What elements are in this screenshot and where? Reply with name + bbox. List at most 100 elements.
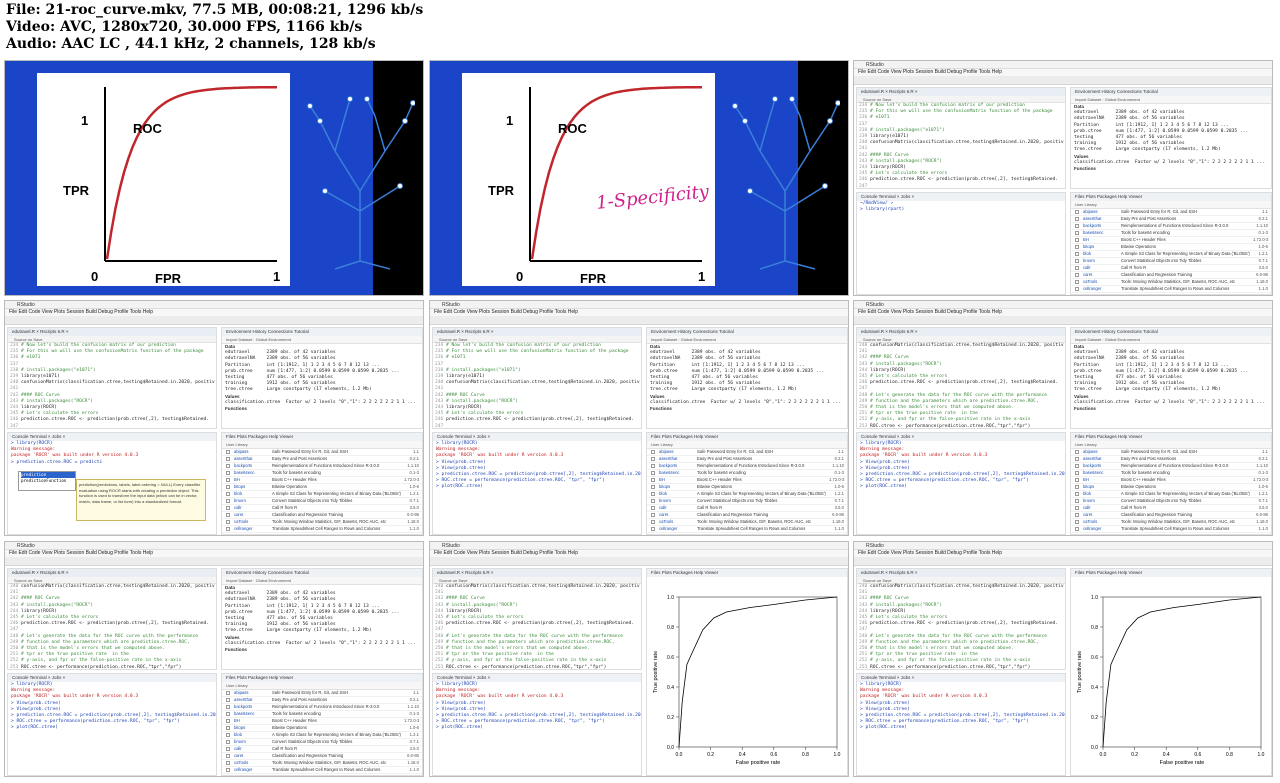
package-checkbox[interactable] bbox=[651, 513, 655, 517]
editor-tabs[interactable]: edutravel.R × Rscripts 6.R × bbox=[857, 88, 1065, 96]
package-checkbox[interactable] bbox=[1075, 492, 1079, 496]
editor-toolbar[interactable]: Source on Save bbox=[8, 577, 216, 584]
package-name[interactable]: abipass bbox=[1083, 449, 1121, 455]
package-checkbox[interactable] bbox=[226, 733, 230, 737]
console-output[interactable]: > library(ROCR) Warning message: package '… bbox=[8, 682, 216, 732]
package-row[interactable]: assertthat Easy Pre and Post Assertions 0.… bbox=[1071, 216, 1271, 223]
console-pane[interactable]: Console Terminal × Jobs × > library(ROCR)… bbox=[432, 432, 642, 535]
package-checkbox[interactable] bbox=[651, 457, 655, 461]
package-name[interactable]: abipass bbox=[234, 449, 272, 455]
package-row[interactable]: abipass Safe Password Entry for R, Git, a… bbox=[1071, 449, 1271, 456]
package-row[interactable]: caret Classification and Regression Train… bbox=[647, 512, 847, 519]
console-tabs[interactable]: Console Terminal × Jobs × bbox=[8, 674, 216, 682]
packages-tabs[interactable]: Files Plots Packages Help Viewer bbox=[222, 433, 422, 441]
thumbnail-roc-slide-1[interactable]: ROC TPR FPR 0 1 1 bbox=[4, 60, 424, 296]
package-name[interactable]: BH bbox=[1083, 237, 1121, 243]
package-checkbox[interactable] bbox=[1075, 224, 1079, 228]
package-name[interactable]: caret bbox=[1083, 272, 1121, 278]
package-row[interactable]: caTools Tools: Moving Window Statistics, … bbox=[647, 519, 847, 526]
package-checkbox[interactable] bbox=[226, 520, 230, 524]
package-checkbox[interactable] bbox=[1075, 527, 1079, 531]
packages-tabs[interactable]: Files Plots Packages Help Viewer bbox=[1071, 433, 1271, 441]
package-checkbox[interactable] bbox=[226, 726, 230, 730]
environment-row[interactable]: Functions bbox=[1074, 406, 1271, 412]
package-row[interactable]: callr Call R from R 3.5.0 bbox=[1071, 265, 1271, 272]
editor-toolbar[interactable]: Source on Save bbox=[857, 96, 1065, 103]
package-checkbox[interactable] bbox=[651, 506, 655, 510]
package-name[interactable]: bitops bbox=[234, 725, 272, 731]
console-tabs[interactable]: Console Terminal × Jobs × bbox=[857, 193, 1065, 201]
package-checkbox[interactable] bbox=[1075, 266, 1079, 270]
package-row[interactable]: blob A Simple S3 Class for Representing V… bbox=[1071, 251, 1271, 258]
environment-toolbar[interactable]: Import Dataset · Global Environment bbox=[1071, 96, 1271, 104]
code-area[interactable]: 234 # Now let's build the confusion matri… bbox=[8, 343, 216, 428]
code-area[interactable]: 240 confusionMatrix(classification.ctree,… bbox=[857, 343, 1065, 428]
package-name[interactable]: assertthat bbox=[1083, 456, 1121, 462]
menu-bar[interactable]: File Edit Code View Plots Session Build … bbox=[854, 309, 1272, 316]
thumbnail-rstudio-3[interactable]: RStudio File Edit Code View Plots Session… bbox=[429, 300, 849, 536]
package-row[interactable]: backports Reimplementations of Functions … bbox=[647, 463, 847, 470]
package-checkbox[interactable] bbox=[651, 450, 655, 454]
main-toolbar[interactable] bbox=[430, 557, 848, 566]
package-name[interactable]: broom bbox=[1083, 498, 1121, 504]
package-name[interactable]: cellranger bbox=[659, 526, 697, 532]
package-checkbox[interactable] bbox=[651, 499, 655, 503]
main-toolbar[interactable] bbox=[430, 316, 848, 325]
package-row[interactable]: caTools Tools: Moving Window Statistics, … bbox=[1071, 519, 1271, 526]
main-toolbar[interactable] bbox=[5, 316, 423, 325]
package-checkbox[interactable] bbox=[226, 527, 230, 531]
package-name[interactable]: bitops bbox=[234, 484, 272, 490]
package-name[interactable]: assertthat bbox=[659, 456, 697, 462]
console-tabs[interactable]: Console Terminal × Jobs × bbox=[433, 433, 641, 441]
package-checkbox[interactable] bbox=[651, 478, 655, 482]
package-name[interactable]: cellranger bbox=[234, 526, 272, 532]
thumbnail-rstudio-7[interactable]: RStudio File Edit Code View Plots Session… bbox=[853, 541, 1273, 777]
packages-tabs[interactable]: Files Plots Packages Help Viewer bbox=[1071, 193, 1271, 201]
packages-tabs[interactable]: Files Plots Packages Help Viewer bbox=[222, 674, 422, 682]
environment-row[interactable]: Functions bbox=[650, 406, 847, 412]
code-area[interactable]: 240 confusionMatrix(classification.ctree,… bbox=[433, 584, 641, 669]
package-name[interactable]: caret bbox=[234, 753, 272, 759]
environment-toolbar[interactable]: Import Dataset · Global Environment bbox=[222, 336, 422, 344]
package-row[interactable]: BH Boost C++ Header Files 1.72.0-3 bbox=[222, 477, 422, 484]
main-toolbar[interactable] bbox=[5, 557, 423, 566]
editor-tabs[interactable]: edutravel.R × Rscripts 6.R × bbox=[857, 569, 1065, 577]
package-checkbox[interactable] bbox=[226, 712, 230, 716]
package-name[interactable]: bitops bbox=[1083, 484, 1121, 490]
package-checkbox[interactable] bbox=[226, 691, 230, 695]
editor-toolbar[interactable]: Source on Save bbox=[433, 336, 641, 343]
package-checkbox[interactable] bbox=[226, 705, 230, 709]
editor-tabs[interactable]: edutravel.R × Rscripts 6.R × bbox=[8, 328, 216, 336]
package-row[interactable]: cellranger Translate Spreadsheet Cell Ran… bbox=[222, 767, 422, 774]
package-row[interactable]: cellranger Translate Spreadsheet Cell Ran… bbox=[1071, 286, 1271, 293]
package-checkbox[interactable] bbox=[1075, 506, 1079, 510]
package-row[interactable]: broom Convert Statistical Objects into Ti… bbox=[222, 498, 422, 505]
console-output[interactable]: > library(ROCR) Warning message: package '… bbox=[433, 682, 641, 732]
package-checkbox[interactable] bbox=[226, 499, 230, 503]
package-name[interactable]: caTools bbox=[1083, 519, 1121, 525]
packages-pane[interactable]: Files Plots Packages Help Viewer User Lib… bbox=[221, 432, 423, 535]
package-name[interactable]: backports bbox=[1083, 223, 1121, 229]
package-name[interactable]: callr bbox=[234, 746, 272, 752]
package-checkbox[interactable] bbox=[226, 464, 230, 468]
package-name[interactable]: backports bbox=[659, 463, 697, 469]
package-checkbox[interactable] bbox=[1075, 485, 1079, 489]
package-checkbox[interactable] bbox=[226, 457, 230, 461]
editor-tabs[interactable]: edutravel.R × Rscripts 6.R × bbox=[857, 328, 1065, 336]
package-row[interactable]: blob A Simple S3 Class for Representing V… bbox=[222, 732, 422, 739]
package-checkbox[interactable] bbox=[226, 719, 230, 723]
package-row[interactable]: caTools Tools: Moving Window Statistics, … bbox=[222, 760, 422, 767]
editor-tabs[interactable]: edutravel.R × Rscripts 6.R × bbox=[8, 569, 216, 577]
package-checkbox[interactable] bbox=[226, 761, 230, 765]
package-name[interactable]: base64enc bbox=[234, 470, 272, 476]
package-row[interactable]: base64enc Tools for base64 encoding 0.1-3 bbox=[1071, 230, 1271, 237]
package-checkbox[interactable] bbox=[1075, 520, 1079, 524]
package-name[interactable]: BH bbox=[234, 477, 272, 483]
package-checkbox[interactable] bbox=[651, 464, 655, 468]
package-checkbox[interactable] bbox=[651, 485, 655, 489]
package-checkbox[interactable] bbox=[226, 485, 230, 489]
editor-toolbar[interactable]: Source on Save bbox=[857, 577, 1065, 584]
package-row[interactable]: broom Convert Statistical Objects into Ti… bbox=[647, 498, 847, 505]
main-toolbar[interactable] bbox=[854, 557, 1272, 566]
source-editor[interactable]: edutravel.R × Rscripts 6.R × Source on Sa… bbox=[432, 327, 642, 429]
